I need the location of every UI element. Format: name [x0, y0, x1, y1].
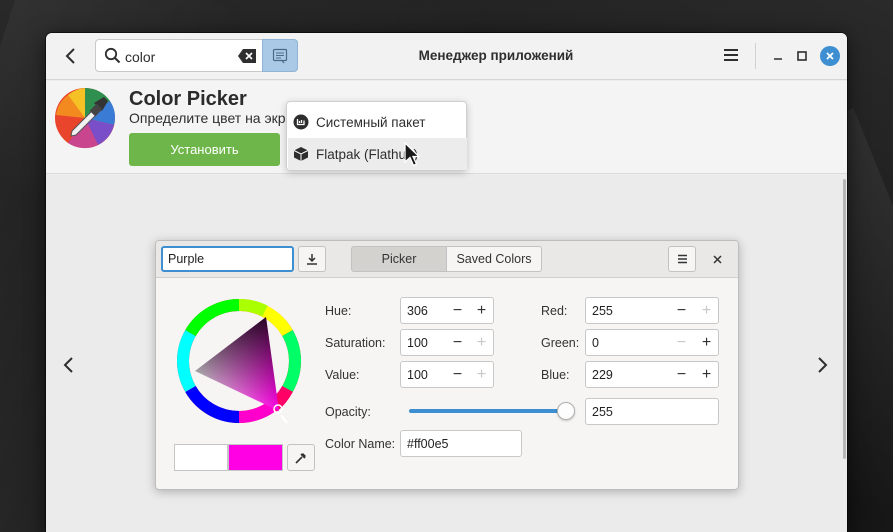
scrollbar[interactable]: [843, 179, 846, 459]
maximize-icon: [797, 51, 807, 61]
value-decrement[interactable]: −: [445, 362, 470, 387]
picker-close-button[interactable]: [708, 250, 726, 268]
close-icon: [826, 52, 834, 60]
saturation-decrement[interactable]: −: [445, 330, 470, 355]
dropdown-item-flatpak[interactable]: Flatpak (Flathub): [288, 138, 467, 170]
red-spinbutton[interactable]: 255 − +: [585, 297, 719, 324]
back-button[interactable]: [56, 41, 86, 71]
header-bar: color Менеджер приложений: [46, 33, 847, 80]
search-value: color: [125, 49, 156, 65]
dropdown-item-label: Системный пакет: [316, 114, 426, 130]
software-manager-window: color Менеджер приложений Color Picker О…: [46, 33, 847, 532]
search-input[interactable]: color: [95, 39, 263, 72]
close-window-button[interactable]: [820, 46, 840, 66]
color-name-label: Color Name:: [325, 437, 396, 451]
minimize-button[interactable]: [768, 46, 788, 66]
red-increment[interactable]: +: [694, 298, 719, 323]
eyedropper-icon: [295, 452, 306, 464]
package-box-icon: [293, 146, 309, 162]
search-list-icon: [272, 48, 288, 63]
screenshot-color-picker-window: Purple Picker Saved Colors Hue: 306 − + …: [155, 240, 739, 490]
red-decrement[interactable]: −: [669, 298, 694, 323]
save-color-button[interactable]: [298, 246, 326, 272]
blue-value: 229: [592, 368, 613, 382]
search-icon: [104, 47, 121, 64]
red-label: Red:: [541, 304, 568, 318]
next-screenshot-button[interactable]: [816, 357, 828, 376]
previous-screenshot-button[interactable]: [63, 357, 75, 376]
close-icon: [712, 254, 722, 264]
eyedropper-button[interactable]: [287, 444, 315, 471]
green-increment[interactable]: +: [694, 330, 719, 355]
tab-saved-colors[interactable]: Saved Colors: [446, 246, 542, 272]
dropdown-item-system-package[interactable]: Системный пакет: [288, 106, 467, 138]
saturation-spinbutton[interactable]: 100 − +: [400, 329, 494, 356]
opacity-label: Opacity:: [325, 405, 371, 419]
green-spinbutton[interactable]: 0 − +: [585, 329, 719, 356]
blue-spinbutton[interactable]: 229 − +: [585, 361, 719, 388]
saturation-value: 100: [407, 336, 428, 350]
opacity-slider-handle[interactable]: [557, 402, 575, 420]
package-source-dropdown: Системный пакет Flatpak (Flathub): [286, 101, 467, 171]
green-label: Green:: [541, 336, 580, 350]
hsv-color-wheel[interactable]: [175, 297, 303, 425]
green-value: 0: [592, 336, 599, 350]
color-picker-app-icon: [55, 87, 115, 149]
picker-titlebar: Purple Picker Saved Colors: [156, 241, 738, 278]
window-title: Менеджер приложений: [418, 48, 574, 63]
saturation-label: Saturation:: [325, 336, 386, 350]
color-name-input[interactable]: Purple: [161, 246, 294, 272]
chevron-left-icon: [65, 48, 75, 64]
value-spinbutton[interactable]: 100 − +: [400, 361, 494, 388]
mouse-pointer-icon: [404, 142, 421, 167]
blue-decrement[interactable]: −: [669, 362, 694, 387]
install-button[interactable]: Установить: [129, 133, 280, 166]
search-options-button[interactable]: [262, 39, 298, 72]
hamburger-icon: [724, 49, 738, 61]
green-decrement[interactable]: −: [669, 330, 694, 355]
tab-picker[interactable]: Picker: [351, 246, 447, 272]
value-label: Value:: [325, 368, 360, 382]
opacity-slider[interactable]: [409, 409, 567, 413]
value-increment[interactable]: +: [469, 362, 494, 387]
app-summary: Определите цвет на экра: [129, 110, 294, 126]
hamburger-icon: [677, 254, 687, 264]
hue-value: 306: [407, 304, 428, 318]
opacity-field[interactable]: 255: [585, 398, 719, 425]
previous-color-swatch: [174, 444, 228, 471]
saturation-increment[interactable]: +: [469, 330, 494, 355]
download-icon: [307, 254, 317, 265]
linux-mint-icon: [293, 114, 309, 130]
app-name: Color Picker: [129, 88, 247, 110]
hex-color-field[interactable]: #ff00e5: [400, 430, 522, 457]
clear-search-icon[interactable]: [238, 49, 256, 63]
hue-increment[interactable]: +: [469, 298, 494, 323]
picker-menu-button[interactable]: [668, 246, 696, 272]
minimize-icon: [774, 58, 782, 60]
main-menu-button[interactable]: [723, 47, 739, 66]
blue-increment[interactable]: +: [694, 362, 719, 387]
maximize-button[interactable]: [792, 46, 812, 66]
current-color-swatch: [228, 444, 283, 471]
hue-spinbutton[interactable]: 306 − +: [400, 297, 494, 324]
red-value: 255: [592, 304, 613, 318]
header-separator: [755, 43, 756, 69]
chevron-left-icon: [63, 357, 73, 373]
hue-label: Hue:: [325, 304, 352, 318]
hue-decrement[interactable]: −: [445, 298, 470, 323]
chevron-right-icon: [818, 357, 828, 373]
value-value: 100: [407, 368, 428, 382]
blue-label: Blue:: [541, 368, 570, 382]
